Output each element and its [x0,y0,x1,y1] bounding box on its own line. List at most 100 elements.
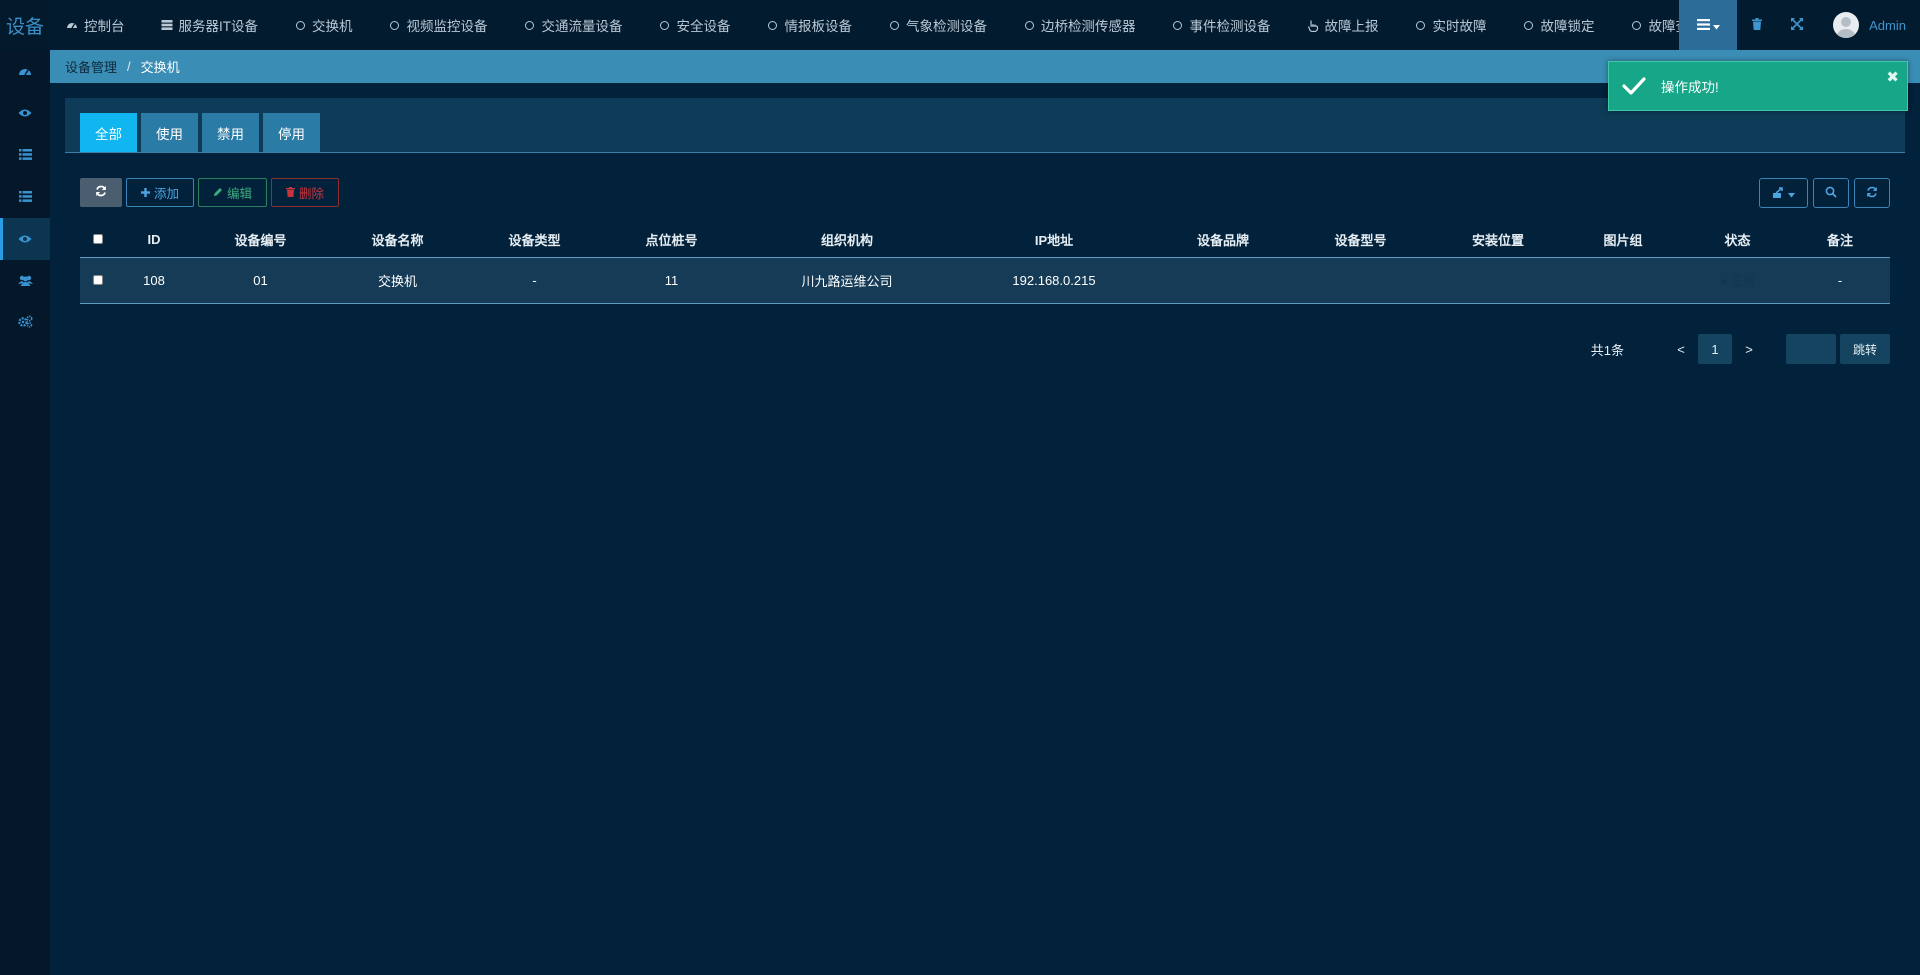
column-header[interactable]: 状态 [1679,230,1796,249]
check-icon [1621,73,1647,99]
edit-button[interactable]: 编辑 [198,178,268,207]
reload-button[interactable] [1854,178,1890,208]
table-cell: - [1837,273,1843,288]
tab-all[interactable]: 全部 [80,113,137,152]
table-cell: 川九路运维公司 [801,274,893,289]
column-header[interactable]: ID [116,232,192,247]
column-header[interactable]: 设备品牌 [1154,230,1292,249]
circle-icon [888,19,900,31]
table-cell: 交换机 [377,274,417,289]
sidebar-item-view[interactable] [0,92,50,134]
list-icon [18,148,32,163]
column-header[interactable]: 组织机构 [740,230,954,249]
select-all-checkbox[interactable] [93,234,103,244]
nav-item-switch[interactable]: 交换机 [294,0,353,50]
pagination: 共1条 < 1 > 跳转 [1591,334,1890,364]
export-button[interactable] [1759,178,1808,208]
nav-item-label: 视频监控设备 [406,19,488,34]
nav-item-label: 服务器IT设备 [178,19,259,34]
nav-item-security[interactable]: 安全设备 [659,0,731,50]
row-checkbox[interactable] [93,275,103,285]
nav-item-weather[interactable]: 气象检测设备 [888,0,987,50]
sidebar [0,50,50,975]
circle-icon [1023,19,1035,31]
top-navbar: 设备 控制台 服务器IT设备 交换机 视频监控设备 交通流量设备 安全设备 情报… [0,0,1920,50]
app-logo[interactable]: 设备 [0,0,50,50]
close-icon[interactable]: ✖ [1886,68,1899,86]
header-right-tools: Admin [1679,0,1920,50]
list-icon [18,190,32,205]
nav-item-infoboard[interactable]: 情报板设备 [767,0,853,50]
trash-icon [286,186,296,200]
nav-item-video[interactable]: 视频监控设备 [389,0,488,50]
column-header[interactable]: 设备名称 [329,230,466,249]
circle-icon [294,19,306,31]
nav-item-realtime-fault[interactable]: 实时故障 [1415,0,1487,50]
eye-icon [18,106,32,121]
sidebar-item-list[interactable] [0,134,50,176]
sidebar-item-list-2[interactable] [0,176,50,218]
row-select-cell [80,273,116,288]
table-toolbar-right [1759,178,1890,208]
hand-pointer-icon [1307,19,1319,32]
delete-button[interactable]: 删除 [271,178,340,207]
column-header[interactable]: 设备型号 [1292,230,1429,249]
nav-item-fault-lock[interactable]: 故障锁定 [1523,0,1595,50]
breadcrumb-parent[interactable]: 设备管理 [65,57,117,76]
table-header: ID 设备编号 设备名称 设备类型 点位桩号 组织机构 IP地址 设备品牌 设备… [80,222,1890,258]
tab-stopped[interactable]: 停用 [263,113,320,152]
column-header[interactable]: 点位桩号 [603,230,740,249]
nav-item-dashboard[interactable]: 控制台 [66,0,125,50]
nav-item-event[interactable]: 事件检测设备 [1172,0,1271,50]
search-button[interactable] [1813,178,1849,208]
column-header[interactable]: 安装位置 [1429,230,1567,249]
pencil-icon [213,186,223,200]
user-menu[interactable]: Admin [1817,0,1920,50]
sidebar-item-users[interactable] [0,260,50,302]
column-header[interactable]: IP地址 [954,230,1154,249]
circle-icon [389,19,401,31]
sidebar-item-settings[interactable] [0,302,50,344]
cogs-icon [17,315,33,331]
nav-item-server[interactable]: 服务器IT设备 [161,0,259,50]
pagination-prev[interactable]: < [1664,334,1698,364]
server-icon [161,19,173,31]
status-tabs: 全部 使用 禁用 停用 [80,113,320,152]
column-header[interactable]: 备注 [1796,230,1884,249]
page-jump-button[interactable]: 跳转 [1840,334,1890,364]
page-jump-input[interactable] [1786,334,1836,364]
pagination-next[interactable]: > [1732,334,1766,364]
menu-toggle-button[interactable] [1679,0,1738,50]
table-cell: 108 [143,273,165,288]
caret-down-icon [1712,18,1720,33]
fullscreen-button[interactable] [1777,0,1817,50]
circle-icon [1523,19,1535,31]
sidebar-item-devices[interactable] [0,218,50,260]
nav-item-label: 情报板设备 [784,19,853,34]
plus-icon [141,186,150,200]
nav-item-traffic[interactable]: 交通流量设备 [524,0,623,50]
table-cell: - [532,273,537,288]
nav-item-bridge-sensor[interactable]: 边桥检测传感器 [1023,0,1136,50]
breadcrumb-current: 交换机 [140,60,180,75]
search-icon [1825,186,1837,201]
tab-disabled[interactable]: 禁用 [202,113,259,152]
top-nav: 控制台 服务器IT设备 交换机 视频监控设备 交通流量设备 安全设备 情报板设备 [66,0,1703,50]
caret-down-icon [1787,186,1795,201]
pagination-page[interactable]: 1 [1698,334,1732,364]
nav-item-fault-report[interactable]: 故障上报 [1307,0,1379,50]
column-header[interactable]: 设备编号 [192,230,329,249]
sidebar-item-dashboard[interactable] [0,50,50,92]
circle-icon [659,19,671,31]
clear-cache-button[interactable] [1737,0,1777,50]
nav-item-label: 安全设备 [676,19,731,34]
nav-item-label: 实时故障 [1432,19,1487,34]
column-header[interactable]: 设备类型 [466,230,603,249]
add-button[interactable]: 添加 [126,178,195,207]
nav-item-label: 气象检测设备 [906,19,987,34]
table-row[interactable]: 108 01 交换机 - 11 川九路运维公司 192.168.0.215 ● … [80,258,1890,304]
device-table: ID 设备编号 设备名称 设备类型 点位桩号 组织机构 IP地址 设备品牌 设备… [80,222,1890,304]
tab-in-use[interactable]: 使用 [141,113,198,152]
refresh-button[interactable] [80,178,122,207]
column-header[interactable]: 图片组 [1567,230,1679,249]
